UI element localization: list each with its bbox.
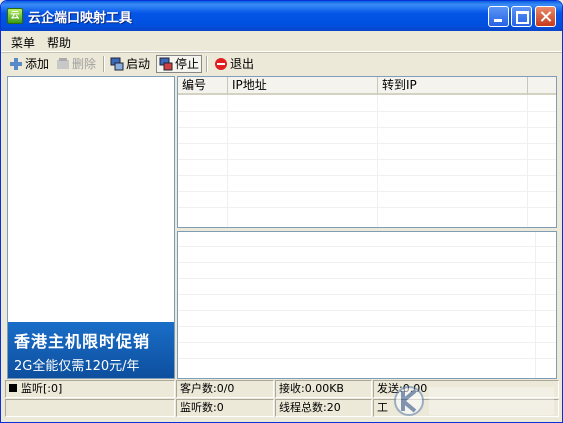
exit-label: 退出 [230,57,255,71]
promo-banner[interactable]: 香港主机限时促销 2G全能仅需120元/年 [8,322,174,378]
listener-list[interactable]: 香港主机限时促销 2G全能仅需120元/年 [7,76,175,379]
start-label: 启动 [126,57,151,71]
grid-line [178,278,556,279]
banner-title: 香港主机限时促销 [14,332,151,351]
grid-line [178,143,556,144]
status-clients: 客户数:0/0 [176,380,274,398]
toolbar-separator [103,56,105,72]
grid-line [535,232,536,378]
grid-line [178,127,556,128]
app-window: 云 云企端口映射工具 菜单 帮助 添加 删除 启动 停止 退出 香港主机限时促销… [0,0,563,423]
toolbar-separator [206,56,208,72]
menu-item-menu[interactable]: 菜单 [11,34,35,51]
menu-item-help[interactable]: 帮助 [47,34,71,51]
minimize-button[interactable] [488,6,509,27]
grid-line [178,246,556,247]
maximize-button[interactable] [511,6,532,27]
add-label: 添加 [25,57,50,71]
grid-line [178,175,556,176]
delete-button[interactable]: 删除 [56,55,96,73]
plus-icon [9,57,23,71]
column-header-ip[interactable]: IP地址 [228,77,378,95]
mapping-table[interactable]: 编号 IP地址 转到IP [177,76,557,228]
toolbar: 添加 删除 启动 停止 退出 [1,52,562,75]
start-button[interactable]: 启动 [110,55,150,73]
delete-icon [56,57,70,71]
stop-label: 停止 [175,57,200,71]
app-icon: 云 [7,8,23,24]
title-bar[interactable]: 云 云企端口映射工具 [1,1,562,31]
column-header-forward-ip[interactable]: 转到IP [378,77,528,95]
status-square-icon [9,384,17,392]
grid-line [178,207,556,208]
delete-label: 删除 [72,57,97,71]
grid-line [178,310,556,311]
status-empty [5,399,175,417]
grid-line [527,95,528,227]
status-sent: 发送:0.00 [373,380,559,398]
add-button[interactable]: 添加 [9,55,49,73]
status-threads: 线程总数:20 [275,399,372,417]
banner-subtitle: 2G全能仅需120元/年 [14,359,140,374]
grid-line [178,111,556,112]
window-title: 云企端口映射工具 [28,11,133,26]
status-work: 工 [373,399,559,417]
grid-line [178,191,556,192]
status-listen: 监听[:0] [5,380,175,398]
grid-line [178,262,556,263]
close-button[interactable] [535,6,556,27]
grid-line [178,326,556,327]
status-received: 接收:0.00KB [275,380,372,398]
grid-line [227,95,228,227]
column-header-number[interactable]: 编号 [178,77,228,95]
stop-button[interactable]: 停止 [156,55,203,73]
status-listen-text: 监听[:0] [21,382,63,395]
computer-icon [110,57,124,71]
no-entry-icon [214,57,228,71]
status-listen-count: 监听数:0 [176,399,274,417]
log-list[interactable] [177,231,557,379]
grid-line [178,358,556,359]
exit-button[interactable]: 退出 [214,55,254,73]
grid-line [377,95,378,227]
grid-line [178,294,556,295]
grid-line [178,159,556,160]
menu-bar: 菜单 帮助 [1,31,562,52]
network-stop-icon [159,57,173,71]
grid-line [178,342,556,343]
column-header-filler [528,77,556,95]
